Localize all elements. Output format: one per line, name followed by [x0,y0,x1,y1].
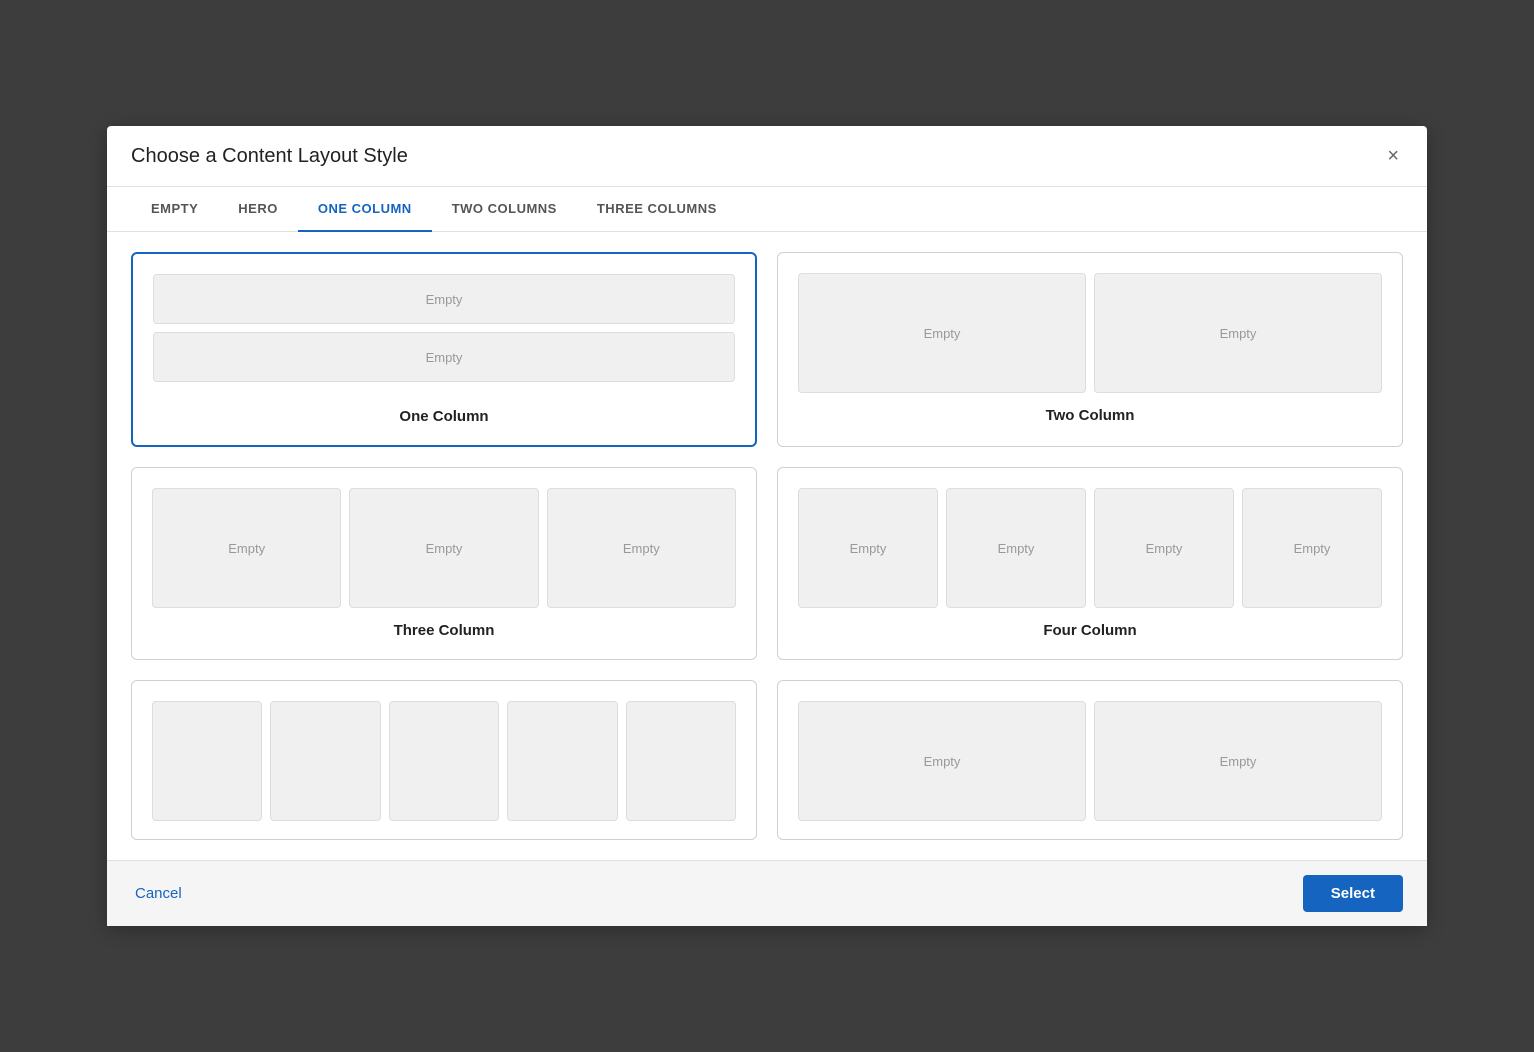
empty-block: Empty [547,488,736,608]
empty-block: Empty [798,273,1086,393]
empty-block: Empty [1094,488,1234,608]
layout-card-one-column[interactable]: Empty Empty One Column [131,252,757,447]
tabs-bar: EMPTY HERO ONE COLUMN TWO COLUMNS THREE … [107,187,1427,232]
dialog: Choose a Content Layout Style × EMPTY HE… [107,126,1427,926]
layout-card-five-column[interactable] [131,680,757,840]
layout-card-three-column[interactable]: Empty Empty Empty Three Column [131,467,757,660]
empty-block: Empty [1094,701,1382,821]
empty-block [626,701,736,821]
empty-block [270,701,380,821]
cancel-button[interactable]: Cancel [131,877,186,910]
layout-card-two-column-variant[interactable]: Empty Empty [777,680,1403,840]
two-column-label: Two Column [798,407,1382,424]
dialog-overlay: Choose a Content Layout Style × EMPTY HE… [0,0,1534,1052]
empty-block [507,701,617,821]
three-column-preview: Empty Empty Empty [152,488,736,608]
empty-block: Empty [798,488,938,608]
layout-card-two-column[interactable]: Empty Empty Two Column [777,252,1403,447]
tab-one-column[interactable]: ONE COLUMN [298,187,432,232]
empty-block: Empty [349,488,538,608]
empty-block: Empty [1242,488,1382,608]
tab-three-columns[interactable]: THREE COLUMNS [577,187,737,232]
empty-block: Empty [1094,273,1382,393]
one-column-preview: Empty Empty [153,274,735,394]
tab-hero[interactable]: HERO [218,187,298,232]
dialog-footer: Cancel Select [107,860,1427,926]
close-button[interactable]: × [1383,142,1403,170]
dialog-body: Empty Empty One Column Empty Empty Two C… [107,232,1427,860]
three-column-label: Three Column [152,622,736,639]
dialog-title: Choose a Content Layout Style [131,145,408,168]
one-column-label: One Column [153,408,735,425]
five-column-preview [152,701,736,821]
tab-two-columns[interactable]: TWO COLUMNS [432,187,577,232]
dialog-header: Choose a Content Layout Style × [107,126,1427,187]
select-button[interactable]: Select [1303,875,1403,912]
empty-block: Empty [153,274,735,324]
empty-block [389,701,499,821]
two-column-preview: Empty Empty [798,273,1382,393]
empty-block: Empty [152,488,341,608]
empty-block: Empty [946,488,1086,608]
layout-card-four-column[interactable]: Empty Empty Empty Empty Four Column [777,467,1403,660]
tab-empty[interactable]: EMPTY [131,187,218,232]
empty-block: Empty [153,332,735,382]
two-column-variant-preview: Empty Empty [798,701,1382,821]
empty-block [152,701,262,821]
four-column-preview: Empty Empty Empty Empty [798,488,1382,608]
empty-block: Empty [798,701,1086,821]
four-column-label: Four Column [798,622,1382,639]
layout-grid: Empty Empty One Column Empty Empty Two C… [131,252,1403,840]
